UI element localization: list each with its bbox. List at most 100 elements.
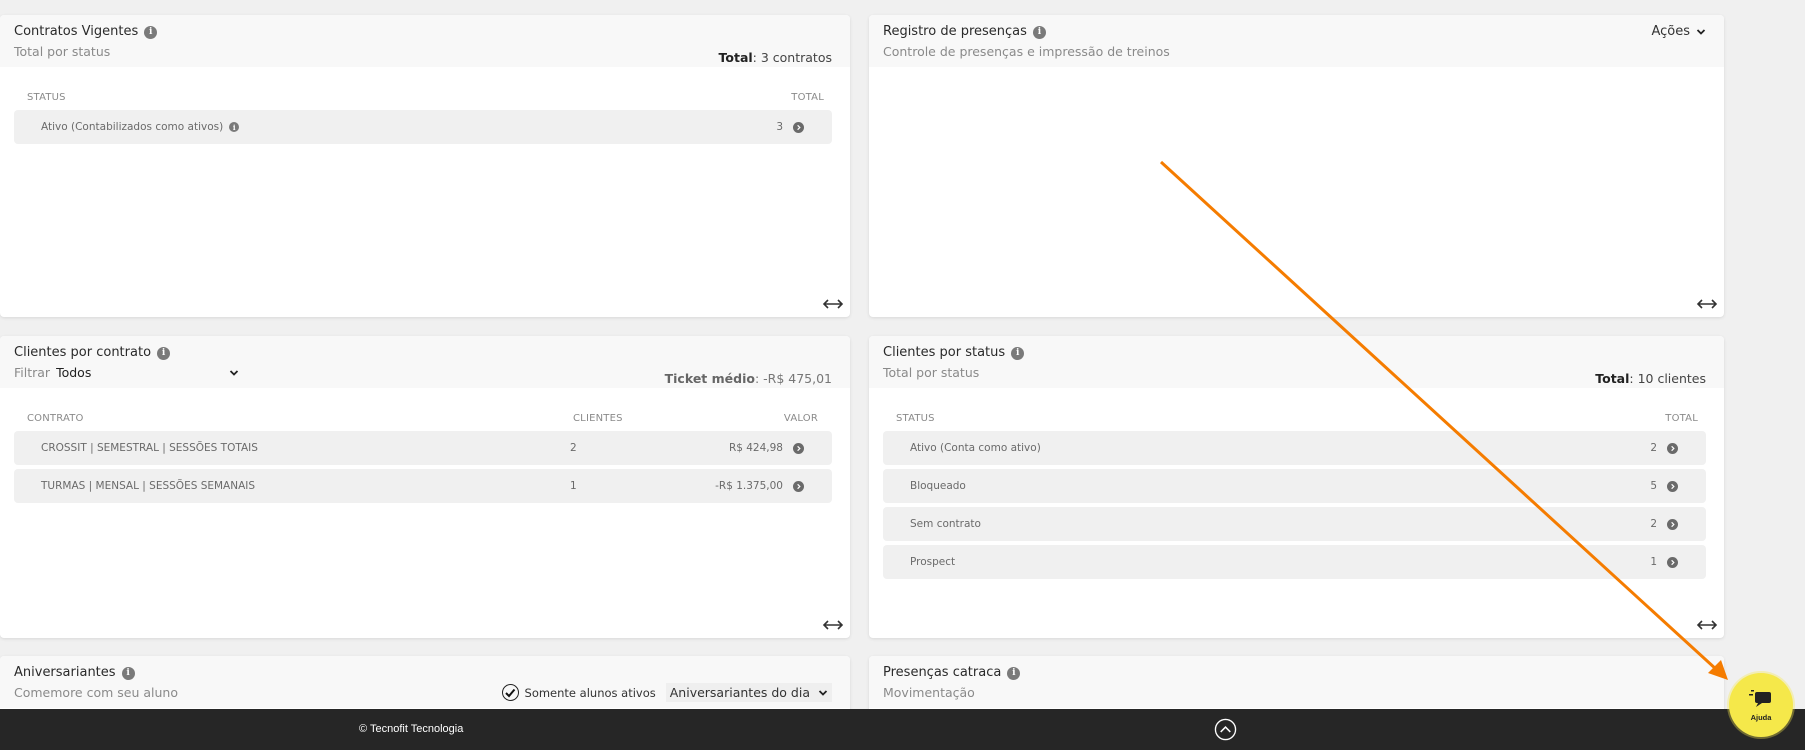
card-title: Registro de presenças bbox=[883, 24, 1027, 39]
card-clientes-por-contrato: Clientes por contrato i Filtrar Todos Ti… bbox=[0, 336, 850, 638]
row-label: Prospect bbox=[910, 556, 956, 568]
total-summary: Total: 3 contratos bbox=[719, 50, 832, 65]
row-contrato: TURMAS | MENSAL | SESSÕES SEMANAIS bbox=[41, 480, 256, 492]
chevron-down-icon bbox=[229, 370, 239, 376]
info-icon[interactable]: i bbox=[121, 666, 135, 680]
filter-label: Filtrar bbox=[14, 365, 51, 380]
ticket-value: : -R$ 475,01 bbox=[754, 371, 832, 386]
table-row[interactable]: Ativo (Contabilizados como ativos) i 3 bbox=[14, 110, 832, 144]
filter-value: Todos bbox=[56, 365, 92, 380]
table-header: CONTRATO CLIENTES VALOR bbox=[0, 413, 850, 427]
chevron-right-icon[interactable] bbox=[1667, 556, 1678, 568]
check-icon[interactable] bbox=[501, 684, 519, 701]
chevron-down-icon bbox=[1696, 28, 1706, 35]
chevron-right-icon[interactable] bbox=[793, 480, 804, 492]
scroll-top-icon[interactable] bbox=[1214, 718, 1237, 741]
info-icon[interactable]: i bbox=[229, 122, 240, 132]
table-row[interactable]: Prospect 1 bbox=[883, 545, 1706, 579]
table-header: STATUS TOTAL bbox=[869, 413, 1724, 427]
chevron-right-icon[interactable] bbox=[793, 442, 804, 454]
card-header: Contratos Vigentes i Total por status To… bbox=[0, 15, 850, 67]
card-title-wrap: Registro de presenças i bbox=[883, 24, 1706, 40]
expand-horizontal-icon[interactable] bbox=[1696, 618, 1718, 632]
row-clientes: 2 bbox=[570, 442, 577, 454]
filter-select[interactable]: Todos bbox=[56, 365, 239, 381]
row-total: 1 bbox=[1650, 556, 1657, 568]
footer: © Tecnofit Tecnologia bbox=[0, 709, 1805, 750]
card-title: Aniversariantes bbox=[14, 665, 116, 680]
actions-dropdown[interactable]: Ações bbox=[1651, 24, 1706, 39]
status-list: Ativo (Conta como ativo) 2 Bloqueado 5 S… bbox=[869, 431, 1724, 579]
info-icon[interactable]: i bbox=[1007, 666, 1021, 680]
ticket-label: Ticket médio bbox=[664, 371, 755, 386]
row-valor: -R$ 1.375,00 bbox=[715, 480, 783, 492]
expand-horizontal-icon[interactable] bbox=[822, 618, 844, 632]
birthday-controls: Somente alunos ativos Aniversariantes do… bbox=[501, 683, 832, 702]
card-title-wrap: Clientes por status i bbox=[883, 345, 1706, 361]
card-header: Clientes por status i Total por status T… bbox=[869, 336, 1724, 388]
ticket-summary: Ticket médio: -R$ 475,01 bbox=[665, 371, 832, 386]
expand-horizontal-icon[interactable] bbox=[1696, 297, 1718, 311]
col-contrato: CONTRATO bbox=[27, 413, 84, 424]
table-row[interactable]: CROSSIT | SEMESTRAL | SESSÕES TOTAIS 2 R… bbox=[14, 431, 832, 465]
card-aniversariantes: Aniversariantes i Comemore com seu aluno… bbox=[0, 656, 850, 716]
col-clientes: CLIENTES bbox=[573, 413, 623, 424]
row-total: 2 bbox=[1650, 518, 1657, 530]
info-icon[interactable]: i bbox=[157, 346, 171, 360]
card-title-wrap: Presenças catraca i bbox=[883, 665, 1706, 681]
col-valor: VALOR bbox=[783, 413, 818, 424]
row-total: 3 bbox=[776, 121, 783, 133]
row-label: Ativo (Contabilizados como ativos) bbox=[41, 121, 224, 133]
card-title-wrap: Aniversariantes i bbox=[14, 665, 832, 681]
card-header: Registro de presenças i Controle de pres… bbox=[869, 15, 1724, 67]
table-row[interactable]: Ativo (Conta como ativo) 2 bbox=[883, 431, 1706, 465]
row-total: 2 bbox=[1650, 442, 1657, 454]
actions-label: Ações bbox=[1651, 24, 1690, 39]
card-subtitle: Total por status bbox=[14, 44, 111, 59]
expand-horizontal-icon[interactable] bbox=[822, 297, 844, 311]
col-status: STATUS bbox=[27, 92, 66, 103]
card-title-wrap: Contratos Vigentes i bbox=[14, 24, 832, 40]
info-icon[interactable]: i bbox=[1011, 346, 1025, 360]
table-row[interactable]: Bloqueado 5 bbox=[883, 469, 1706, 503]
card-header: Clientes por contrato i Filtrar Todos Ti… bbox=[0, 336, 850, 388]
checkbox-label: Somente alunos ativos bbox=[524, 685, 656, 700]
row-contrato: CROSSIT | SEMESTRAL | SESSÕES TOTAIS bbox=[41, 442, 258, 454]
table-header: STATUS TOTAL bbox=[0, 92, 850, 106]
row-label: Sem contrato bbox=[910, 518, 981, 530]
col-total: TOTAL bbox=[791, 92, 824, 103]
help-label: Ajuda bbox=[1750, 713, 1772, 722]
chevron-right-icon[interactable] bbox=[1667, 480, 1678, 492]
birthday-select[interactable]: Aniversariantes do dia bbox=[665, 683, 832, 702]
copyright: © Tecnofit Tecnologia bbox=[359, 723, 464, 735]
row-valor: R$ 424,98 bbox=[728, 442, 783, 454]
card-header: Presenças catraca i Movimentação bbox=[869, 656, 1724, 708]
total-label: Total bbox=[1595, 371, 1630, 386]
chevron-right-icon[interactable] bbox=[1667, 442, 1678, 454]
card-subtitle: Controle de presenças e impressão de tre… bbox=[883, 44, 1170, 59]
card-title: Clientes por contrato bbox=[14, 345, 152, 360]
help-button[interactable]: Ajuda bbox=[1729, 673, 1793, 737]
card-title: Contratos Vigentes bbox=[14, 24, 139, 39]
card-presencas-catraca: Presenças catraca i Movimentação bbox=[869, 656, 1724, 716]
row-label: Bloqueado bbox=[910, 480, 966, 492]
info-icon[interactable]: i bbox=[1032, 25, 1046, 39]
chevron-right-icon[interactable] bbox=[1667, 518, 1678, 530]
card-clientes-por-status: Clientes por status i Total por status T… bbox=[869, 336, 1724, 638]
card-contratos-vigentes: Contratos Vigentes i Total por status To… bbox=[0, 15, 850, 317]
row-total: 5 bbox=[1650, 480, 1657, 492]
total-summary: Total: 10 clientes bbox=[1595, 371, 1706, 386]
total-label: Total bbox=[718, 50, 753, 65]
info-icon[interactable]: i bbox=[144, 25, 158, 39]
chevron-down-icon bbox=[818, 689, 828, 696]
total-value: : 3 contratos bbox=[752, 50, 832, 65]
status-list: Ativo (Contabilizados como ativos) i 3 bbox=[0, 110, 850, 144]
select-value: Aniversariantes do dia bbox=[669, 685, 810, 700]
chevron-right-icon[interactable] bbox=[793, 121, 804, 133]
table-row[interactable]: TURMAS | MENSAL | SESSÕES SEMANAIS 1 -R$… bbox=[14, 469, 832, 503]
table-row[interactable]: Sem contrato 2 bbox=[883, 507, 1706, 541]
card-registro-presencas: Registro de presenças i Controle de pres… bbox=[869, 15, 1724, 317]
card-header: Aniversariantes i Comemore com seu aluno… bbox=[0, 656, 850, 708]
card-title: Clientes por status bbox=[883, 345, 1006, 360]
row-clientes: 1 bbox=[570, 480, 577, 492]
